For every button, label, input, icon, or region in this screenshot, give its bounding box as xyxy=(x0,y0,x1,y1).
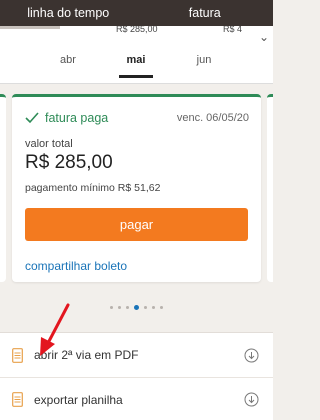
pay-button[interactable]: pagar xyxy=(25,208,248,241)
due-date: venc. 06/05/20 xyxy=(176,112,249,124)
total-value: R$ 285,00 xyxy=(25,152,113,173)
month-selector: R$ 285,00 R$ 4 ⌄ abr mai jun xyxy=(0,26,273,84)
total-label: valor total xyxy=(25,138,73,150)
check-icon xyxy=(25,112,39,124)
list-item-label: exportar planilha xyxy=(34,392,123,407)
peek-bar xyxy=(0,26,60,29)
bar-chart-peek: R$ 285,00 R$ 4 xyxy=(0,26,273,38)
status-label: fatura paga xyxy=(45,111,109,125)
month-mai[interactable]: mai xyxy=(127,54,146,66)
active-month-indicator xyxy=(119,75,153,78)
pager-dots xyxy=(0,305,273,310)
minimum-payment: pagamento mínimo R$ 51,62 xyxy=(25,182,161,194)
pager-dot[interactable] xyxy=(118,306,121,309)
download-icon[interactable] xyxy=(244,392,259,407)
tab-linha-do-tempo[interactable]: linha do tempo xyxy=(0,6,137,20)
document-icon xyxy=(12,347,23,363)
top-tab-bar: linha do tempo fatura xyxy=(0,0,273,26)
document-icon xyxy=(12,392,23,407)
month-abr[interactable]: abr xyxy=(60,54,76,66)
pager-dot[interactable] xyxy=(144,306,147,309)
actions-list: abrir 2ª via em PDF exportar planilha xyxy=(0,332,273,420)
pager-dot[interactable] xyxy=(110,306,113,309)
previous-card-edge[interactable] xyxy=(0,94,6,282)
tab-fatura[interactable]: fatura xyxy=(137,6,274,20)
peek-label: R$ 285,00 xyxy=(116,26,158,34)
pager-dot[interactable] xyxy=(126,306,129,309)
list-item-open-pdf[interactable]: abrir 2ª via em PDF xyxy=(0,333,273,377)
status-row: fatura paga xyxy=(25,111,108,125)
next-card-edge[interactable] xyxy=(267,94,273,282)
pager-dot[interactable] xyxy=(160,306,163,309)
list-item-export-spreadsheet[interactable]: exportar planilha xyxy=(0,377,273,420)
month-jun[interactable]: jun xyxy=(197,54,212,66)
invoice-card: fatura paga venc. 06/05/20 valor total R… xyxy=(12,94,261,282)
pager-dot[interactable] xyxy=(152,306,155,309)
peek-label: R$ 4 xyxy=(223,26,243,34)
pager-dot-active[interactable] xyxy=(134,305,139,310)
invoice-carousel[interactable]: fatura paga venc. 06/05/20 valor total R… xyxy=(0,84,273,289)
download-icon[interactable] xyxy=(244,348,259,363)
list-item-label: abrir 2ª via em PDF xyxy=(34,348,139,362)
chevron-down-icon[interactable]: ⌄ xyxy=(259,30,269,44)
share-boleto-link[interactable]: compartilhar boleto xyxy=(25,259,127,273)
